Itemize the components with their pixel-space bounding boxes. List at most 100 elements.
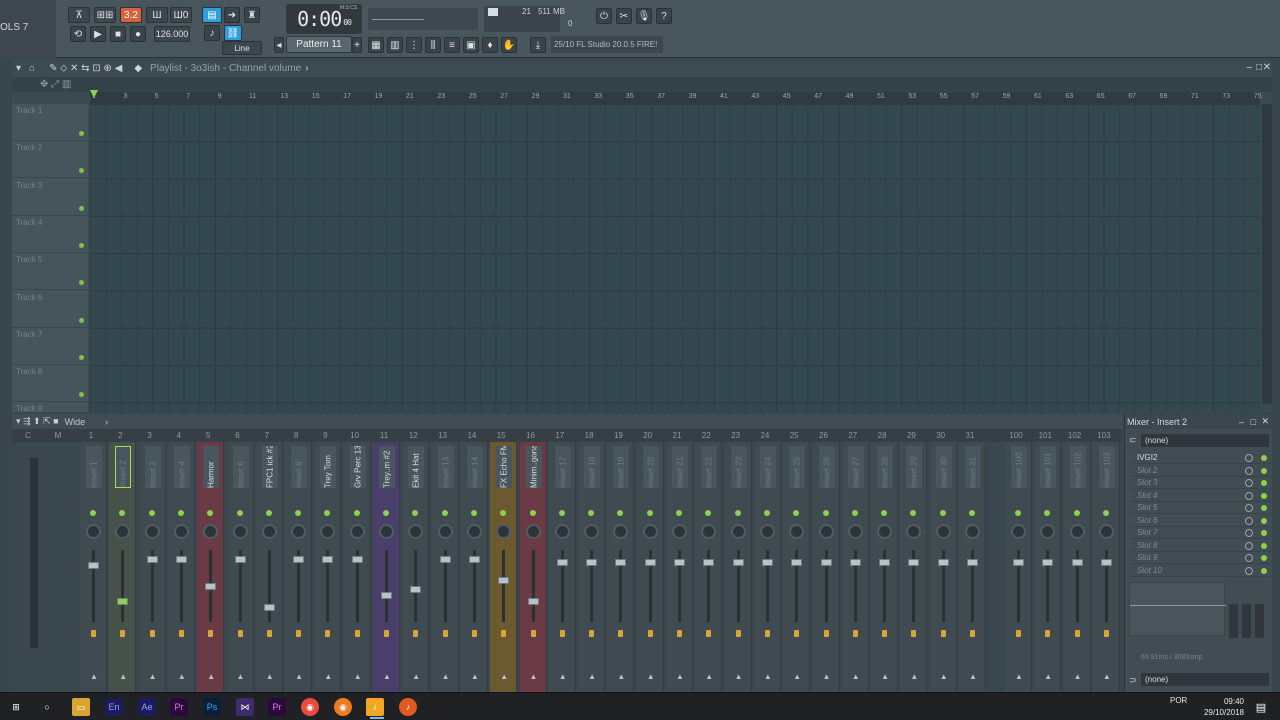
effect-slot[interactable]: Slot 8 [1131,540,1271,552]
route-arrow-icon[interactable]: ▲ [295,672,303,681]
strip-enable-led[interactable] [500,510,507,516]
track-mute-led[interactable] [79,168,84,174]
pan-knob[interactable] [320,524,336,539]
effect-slot[interactable]: Slot 7 [1131,527,1271,539]
volume-fader-cap[interactable] [908,559,920,566]
strip-enable-led[interactable] [177,510,184,516]
wait-icon[interactable]: ♪ [204,25,220,41]
record-icon[interactable]: ● [130,26,146,42]
ae-icon[interactable]: Ae [138,698,156,716]
mixer-strip[interactable]: Insert 31 ▲ [959,442,986,692]
strip-enable-led[interactable] [969,510,975,516]
strip-enable-led[interactable] [441,510,448,516]
pan-knob[interactable] [232,524,248,539]
minimize-icon[interactable]: – [1246,62,1252,73]
route-arrow-icon[interactable]: ▲ [237,672,245,681]
strip-enable-led[interactable] [236,510,243,516]
effect-slot[interactable]: IVGI2 [1131,452,1271,464]
view-arrow-icon[interactable]: › [105,417,108,427]
strip-name[interactable]: Insert 17 [554,446,571,488]
send-icon[interactable] [882,630,888,637]
input-select[interactable]: (none) [1141,434,1269,447]
mic-icon[interactable]: 🎙 [636,8,652,24]
route-arrow-icon[interactable]: ▲ [178,672,186,681]
volume-fader-cap[interactable] [879,559,891,566]
mixer-strip[interactable]: Insert 29 ▲ [900,442,928,692]
route-arrow-icon[interactable]: ▲ [1103,672,1111,681]
step-forward-icon[interactable]: ➜ [224,7,240,23]
send-icon[interactable] [618,630,624,637]
mixer-strip[interactable]: Insert 21 ▲ [666,442,693,692]
strip-name[interactable]: Insert 29 [906,446,923,488]
volume-fader-cap[interactable] [791,559,803,566]
track-header[interactable]: Track 3 [12,179,88,216]
strip-name[interactable]: Trey..m #2 [379,446,395,488]
strip-name[interactable]: Insert 2 [115,446,132,488]
insert-minimize-icon[interactable]: – [1239,417,1244,427]
send-icon[interactable] [237,630,243,637]
send-icon[interactable] [325,630,331,637]
strip-name[interactable]: Insert 6 [232,446,249,488]
track-header[interactable]: Track 4 [12,216,88,253]
effect-slot[interactable]: Slot 4 [1131,490,1271,502]
track-mute-led[interactable] [79,242,84,248]
strip-name[interactable]: Insert 21 [672,446,688,488]
mixer-strip[interactable]: FPC1 ick #2 ▲ [255,442,283,692]
strip-enable-led[interactable] [383,510,389,516]
volume-fader-track[interactable] [92,550,95,622]
mixer-view[interactable]: Wide [65,417,86,427]
strip-enable-led[interactable] [470,510,477,516]
route-arrow-icon[interactable]: ▲ [559,672,567,681]
slot-enable-led[interactable] [1261,480,1267,486]
strip-enable-led[interactable] [207,510,214,516]
pan-knob[interactable] [496,524,512,539]
strip-enable-led[interactable] [617,510,624,516]
send-icon[interactable] [208,630,214,637]
mixer-strip[interactable]: Insert 100 ▲ [1005,442,1032,692]
pan-knob[interactable] [173,524,189,539]
pattern-selector[interactable]: Pattern 11 [286,36,352,53]
pan-knob[interactable] [1069,524,1085,539]
route-arrow-icon[interactable]: ▲ [530,672,538,681]
strip-name[interactable]: Insert 1 [86,446,102,488]
typing-keyboard-button[interactable]: 3.2 [120,7,142,23]
slot-mix-knob[interactable] [1245,566,1253,575]
pan-knob[interactable] [203,524,219,539]
pattern-add-icon[interactable]: + [352,37,362,53]
output-select[interactable]: (none) [1141,673,1269,686]
send-icon[interactable] [120,630,126,637]
news-panel[interactable]: 25/10 FL Studio 20.0.5 FIRE! [551,36,663,53]
strip-enable-led[interactable] [588,510,595,516]
strip-name[interactable]: FX Echo FM [496,446,513,488]
pan-knob[interactable] [349,524,365,539]
slot-enable-led[interactable] [1261,542,1267,549]
route-arrow-icon[interactable]: ▲ [471,672,479,681]
mixer-strip[interactable]: Insert 1 ▲ [80,442,107,692]
volume-fader-cap[interactable] [410,586,422,593]
volume-fader-cap[interactable] [644,559,656,566]
slot-enable-led[interactable] [1261,467,1267,474]
track-header[interactable]: Track 5 [12,253,88,291]
slot-enable-led[interactable] [1261,492,1267,499]
loop-icon[interactable]: ⟲ [70,26,86,42]
track-mute-led[interactable] [79,205,84,211]
send-icon[interactable] [354,630,360,637]
mixer-strip[interactable]: Insert 102 ▲ [1063,442,1091,692]
volume-fader-cap[interactable] [205,583,217,590]
route-arrow-icon[interactable]: ▲ [119,672,127,681]
pan-knob[interactable] [1040,524,1056,539]
plugin-picker-icon[interactable]: ▣ [463,37,479,53]
pin-icon[interactable]: ⌂ [29,63,35,74]
windows-start-icon[interactable]: ⊞ [7,698,25,716]
mixer-strip[interactable]: Grv Perc 13 ▲ [343,442,371,692]
mixer-strip[interactable]: Insert 18 ▲ [578,442,606,692]
arrange-icon[interactable]: ▾ [16,63,21,74]
mixer-strip[interactable]: Insert 14 ▲ [460,442,488,692]
cut-icon[interactable]: ✂ [616,8,632,24]
eq-display[interactable] [1129,582,1226,636]
strip-name[interactable]: Insert 25 [789,446,806,488]
route-arrow-icon[interactable]: ▲ [207,672,215,681]
strip-enable-led[interactable] [705,510,712,516]
tempo-tapper-icon[interactable]: ♦ [482,37,498,53]
route-arrow-icon[interactable]: ▲ [764,672,772,681]
